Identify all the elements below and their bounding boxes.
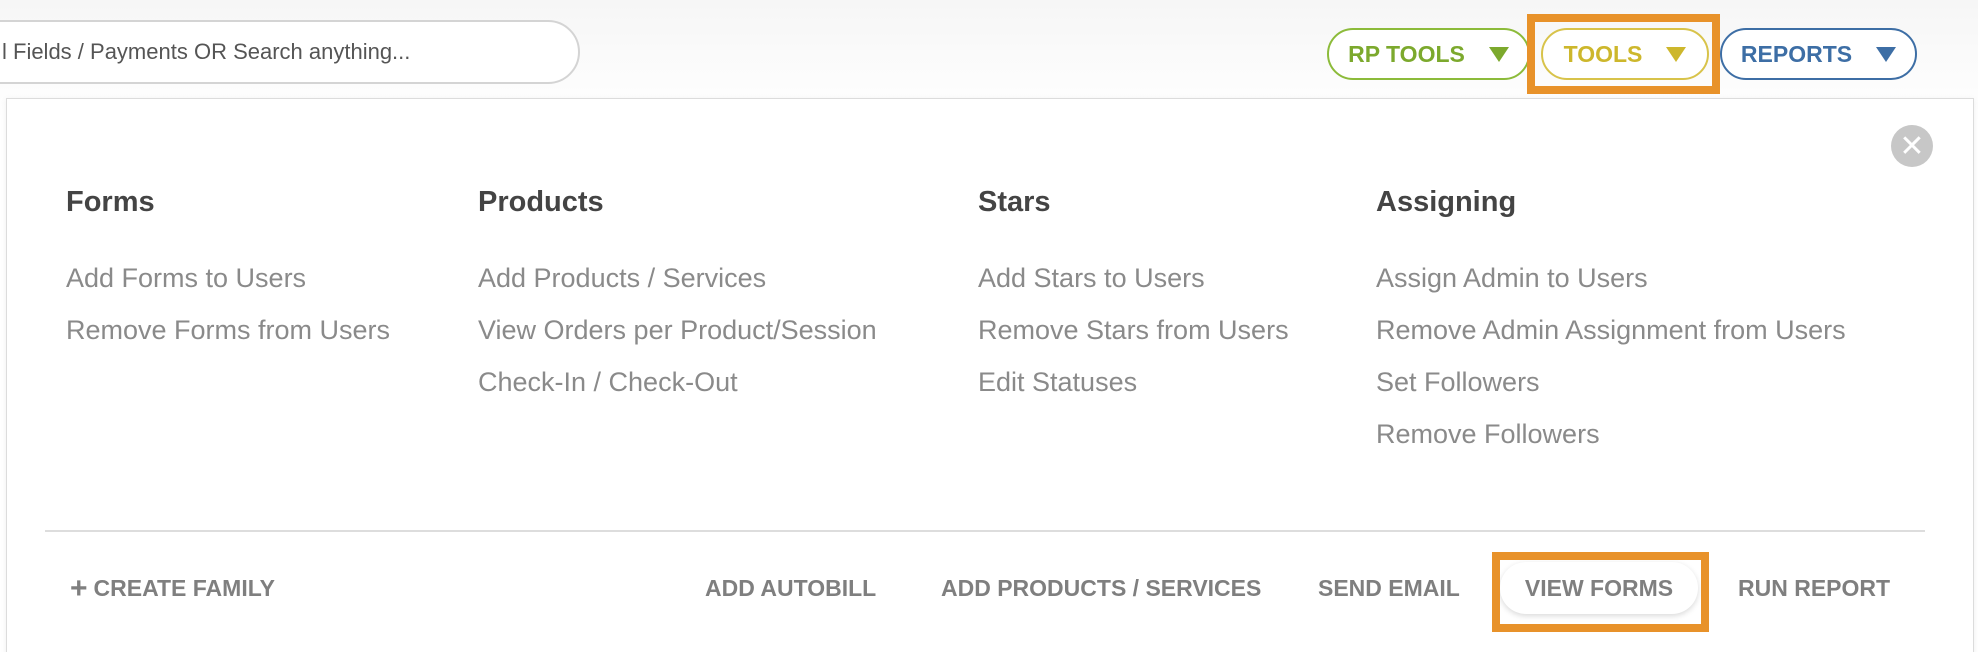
create-family-label: CREATE FAMILY bbox=[93, 575, 275, 601]
rp-tools-label: RP TOOLS bbox=[1348, 40, 1465, 67]
add-products-services-button[interactable]: ADD PRODUCTS / SERVICES bbox=[941, 568, 1261, 608]
menu-column-stars: Stars Add Stars to Users Remove Stars fr… bbox=[978, 182, 1289, 408]
search-placeholder: l Fields / Payments OR Search anything..… bbox=[2, 39, 411, 64]
menu-link-remove-stars-from-users[interactable]: Remove Stars from Users bbox=[978, 304, 1289, 356]
column-title-forms: Forms bbox=[66, 186, 155, 218]
close-glyph: ✕ bbox=[1899, 129, 1925, 163]
column-title-products: Products bbox=[478, 186, 604, 218]
caret-down-icon bbox=[1666, 46, 1687, 62]
menu-link-check-in-check-out[interactable]: Check-In / Check-Out bbox=[478, 356, 877, 408]
menu-column-forms: Forms Add Forms to Users Remove Forms fr… bbox=[66, 182, 390, 356]
menu-column-products: Products Add Products / Services View Or… bbox=[478, 182, 877, 408]
caret-down-icon bbox=[1876, 46, 1897, 62]
close-icon[interactable]: ✕ bbox=[1891, 125, 1933, 167]
menu-link-edit-statuses[interactable]: Edit Statuses bbox=[978, 356, 1289, 408]
menu-link-add-stars-to-users[interactable]: Add Stars to Users bbox=[978, 252, 1289, 304]
page: l Fields / Payments OR Search anything..… bbox=[0, 0, 1978, 652]
reports-label: REPORTS bbox=[1740, 40, 1853, 67]
menu-link-add-products-services[interactable]: Add Products / Services bbox=[478, 252, 877, 304]
reports-button[interactable]: REPORTS bbox=[1720, 28, 1917, 80]
view-forms-label: VIEW FORMS bbox=[1524, 574, 1674, 601]
rp-tools-button[interactable]: RP TOOLS bbox=[1327, 28, 1530, 80]
plus-icon: + bbox=[70, 572, 88, 605]
panel-divider bbox=[45, 530, 1925, 532]
menu-link-remove-followers[interactable]: Remove Followers bbox=[1376, 408, 1846, 460]
menu-link-remove-forms-from-users[interactable]: Remove Forms from Users bbox=[66, 304, 390, 356]
menu-link-add-forms-to-users[interactable]: Add Forms to Users bbox=[66, 252, 390, 304]
caret-down-icon bbox=[1488, 46, 1509, 62]
search-input[interactable]: l Fields / Payments OR Search anything..… bbox=[0, 20, 580, 84]
menu-link-remove-admin-assignment[interactable]: Remove Admin Assignment from Users bbox=[1376, 304, 1846, 356]
menu-column-assigning: Assigning Assign Admin to Users Remove A… bbox=[1376, 182, 1846, 460]
menu-link-view-orders[interactable]: View Orders per Product/Session bbox=[478, 304, 877, 356]
column-title-assigning: Assigning bbox=[1376, 186, 1517, 218]
column-title-stars: Stars bbox=[978, 186, 1051, 218]
send-email-button[interactable]: SEND EMAIL bbox=[1318, 568, 1460, 608]
menu-link-assign-admin-to-users[interactable]: Assign Admin to Users bbox=[1376, 252, 1846, 304]
create-family-button[interactable]: + CREATE FAMILY bbox=[70, 568, 275, 608]
view-forms-button[interactable]: VIEW FORMS bbox=[1500, 562, 1698, 614]
tools-label: TOOLS bbox=[1563, 40, 1643, 67]
add-autobill-button[interactable]: ADD AUTOBILL bbox=[705, 568, 876, 608]
menu-link-set-followers[interactable]: Set Followers bbox=[1376, 356, 1846, 408]
run-report-button[interactable]: RUN REPORT bbox=[1738, 568, 1890, 608]
tools-button[interactable]: TOOLS bbox=[1541, 28, 1709, 80]
